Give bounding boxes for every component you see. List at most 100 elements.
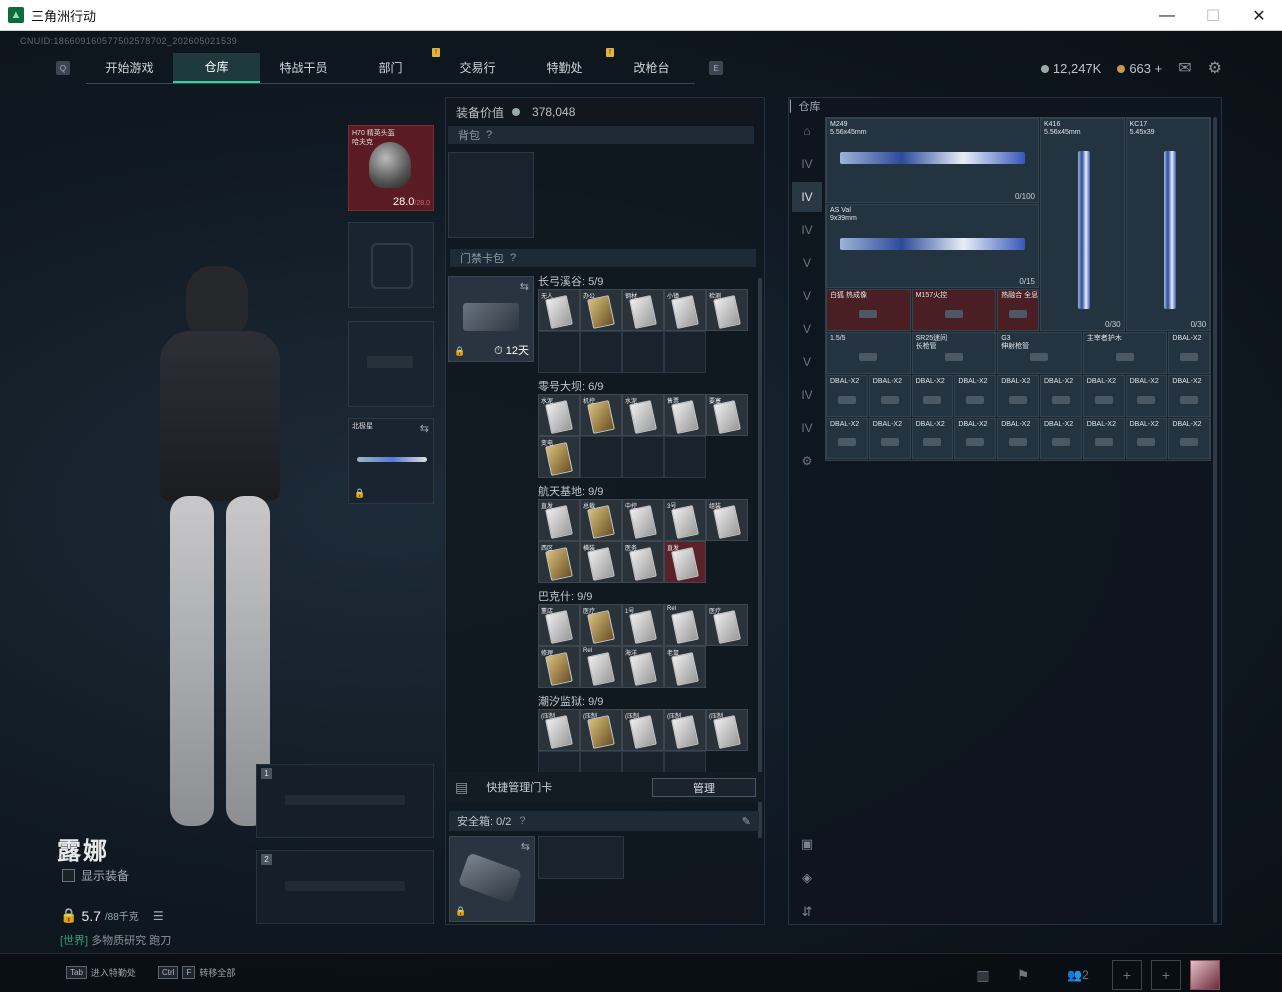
nav-right-icon[interactable]: E <box>709 61 723 75</box>
keycard-item[interactable]: Rel <box>664 604 706 646</box>
mail-icon[interactable]: ✉ <box>1178 58 1191 78</box>
stash-layer-icon[interactable]: ◈ <box>795 861 819 895</box>
keycard-item[interactable]: 无人 <box>538 289 580 331</box>
tab-department[interactable]: 部门! <box>347 47 440 83</box>
stash-item-dbal[interactable]: DBAL-X2 <box>1082 417 1125 460</box>
stash-item[interactable]: SR25迷间 长枪管 <box>911 332 997 374</box>
keycard-item[interactable]: 横装 <box>580 541 622 583</box>
safebox-slot[interactable]: ⇆ 🔒 <box>449 836 535 922</box>
stash-item-dbal[interactable]: DBAL-X2 <box>868 374 911 417</box>
keycard-empty-cell[interactable] <box>580 331 622 373</box>
help-icon[interactable]: ? <box>510 252 516 264</box>
stash-item-dbal[interactable]: DBAL-X2 <box>1168 417 1211 460</box>
keycard-empty-cell[interactable] <box>622 436 664 478</box>
keycard-item[interactable]: 总裁 <box>580 499 622 541</box>
stash-item[interactable]: 主宰者护木 <box>1082 332 1168 374</box>
add-teammate-button[interactable]: + <box>1151 960 1181 990</box>
settings-gear-icon[interactable]: ⚙ <box>1208 58 1222 78</box>
stash-settings-icon[interactable]: ⚙ <box>792 446 822 476</box>
keycard-item[interactable]: 修理 <box>538 646 580 688</box>
add-teammate-button[interactable]: + <box>1112 960 1142 990</box>
stash-item-dbal[interactable]: DBAL-X2 <box>1168 374 1211 417</box>
stash-item[interactable]: AS Val 9x39mm 0/15 <box>826 203 1039 289</box>
stash-item-dbal[interactable]: DBAL-X2 <box>826 374 868 417</box>
tab-operators[interactable]: 特战干员 <box>260 53 347 83</box>
helmet-slot[interactable]: H70 精英头盔 哈夫克 28.0/28.0 <box>348 125 434 211</box>
primary-weapon-slot-1[interactable]: 1 <box>256 764 434 838</box>
stash-item[interactable]: 白狐 热成像 <box>826 289 911 331</box>
keycard-empty-cell[interactable] <box>580 436 622 478</box>
help-icon[interactable]: ? <box>519 815 525 827</box>
keycard-item[interactable]: (压制 <box>706 709 748 751</box>
stash-item[interactable]: M249 5.56x45mm 0/100 <box>826 118 1039 203</box>
stash-item-dbal[interactable]: DBAL-X2 <box>1125 374 1168 417</box>
stats-icon[interactable]: ▥ <box>968 960 998 990</box>
keycase-scrollbar[interactable] <box>758 278 762 838</box>
keycard-empty-cell[interactable] <box>538 331 580 373</box>
safebox-cell[interactable] <box>538 836 624 879</box>
keycard-item[interactable]: 医务 <box>622 541 664 583</box>
close-button[interactable]: ✕ <box>1236 0 1282 31</box>
stash-item[interactable]: M157火控 <box>911 289 997 331</box>
show-equipment-toggle[interactable]: 显示装备 <box>62 867 129 884</box>
stash-item-dbal[interactable]: DBAL-X2 <box>1040 374 1082 417</box>
keycard-item[interactable]: 直发 <box>664 541 706 583</box>
tab-warehouse[interactable]: 仓库 <box>173 52 260 83</box>
keycard-item[interactable]: (压制 <box>538 709 580 751</box>
keycard-item[interactable]: 钢材 <box>622 289 664 331</box>
backpack-slot[interactable] <box>448 152 534 238</box>
pistol-slot[interactable] <box>348 321 434 407</box>
keycard-item[interactable]: 售票 <box>664 394 706 436</box>
hint-transfer-all[interactable]: Ctrl F 转移全部 <box>158 966 235 979</box>
stash-page-icon[interactable]: IV <box>792 413 822 443</box>
help-icon[interactable]: ? <box>486 129 492 141</box>
stash-page-icon[interactable]: V <box>792 347 822 377</box>
squad-button[interactable]: 👥 2 <box>1058 960 1098 990</box>
tab-start-game[interactable]: 开始游戏 <box>86 53 173 83</box>
keycard-item[interactable]: 办公 <box>580 289 622 331</box>
keycard-item[interactable]: 中控 <box>622 499 664 541</box>
keycard-item[interactable]: 变电 <box>538 436 580 478</box>
keycard-item[interactable]: 水泥 <box>622 394 664 436</box>
keycard-item[interactable]: 检测 <box>706 289 748 331</box>
primary-weapon-slot-2[interactable]: 2 <box>256 850 434 924</box>
tab-trade[interactable]: 交易行 <box>434 53 521 83</box>
stash-page-icon[interactable]: IV <box>792 149 822 179</box>
minimize-button[interactable]: — <box>1144 0 1190 31</box>
keycard-empty-cell[interactable] <box>622 331 664 373</box>
stash-page-icon[interactable]: V <box>792 281 822 311</box>
armor-slot[interactable] <box>348 222 434 308</box>
keycard-item[interactable]: (压制 <box>664 709 706 751</box>
melee-slot[interactable]: 北极星 ⇆ 🔒 <box>348 418 434 504</box>
stash-scrollbar[interactable] <box>1213 117 1217 923</box>
stash-item[interactable]: 热融合 全息 <box>997 289 1039 331</box>
tab-special-ops[interactable]: 特勤处! <box>521 47 614 83</box>
stash-item[interactable]: 1.5/5 <box>826 332 911 374</box>
keycase-slot[interactable]: ⇆ 🔒 ⏱ 12天 <box>448 276 534 362</box>
stash-filter-all-icon[interactable]: ⌂ <box>792 116 822 146</box>
stash-item-dbal[interactable]: DBAL-X2 <box>911 374 954 417</box>
player-avatar[interactable] <box>1190 960 1220 990</box>
stash-page-icon[interactable]: IV <box>792 380 822 410</box>
pin-icon[interactable]: ✎ <box>742 815 751 828</box>
list-icon[interactable]: ☰ <box>153 909 164 923</box>
keycard-item[interactable]: 1号 <box>622 604 664 646</box>
stash-sort-icon[interactable]: ▣ <box>795 827 819 861</box>
keycard-item[interactable]: 3号 <box>664 499 706 541</box>
stash-item[interactable]: G3 伸射枪管 <box>997 332 1082 374</box>
keycard-item[interactable]: 组装 <box>706 499 748 541</box>
manage-button[interactable]: 管理 <box>652 778 756 797</box>
flag-icon[interactable]: ⚑ <box>1008 960 1038 990</box>
keycard-item[interactable]: 董店 <box>538 604 580 646</box>
stash-item-dbal[interactable]: DBAL-X2 <box>1040 417 1082 460</box>
stash-item-dbal[interactable]: DBAL-X2 <box>911 417 954 460</box>
tab-gunsmith[interactable]: 改枪台 <box>608 53 695 83</box>
keycard-item[interactable]: 小镇 <box>664 289 706 331</box>
stash-item-dbal[interactable]: DBAL-X2 <box>1125 417 1168 460</box>
stash-item[interactable]: K416 5.56x45mm 0/30 <box>1040 118 1125 331</box>
swap-icon[interactable]: ⇆ <box>520 280 529 293</box>
keycard-item[interactable]: (压制 <box>580 709 622 751</box>
stash-page-icon[interactable]: IV <box>792 215 822 245</box>
stash-item[interactable]: DBAL-X2 <box>1168 332 1211 374</box>
stash-item-dbal[interactable]: DBAL-X2 <box>954 417 997 460</box>
